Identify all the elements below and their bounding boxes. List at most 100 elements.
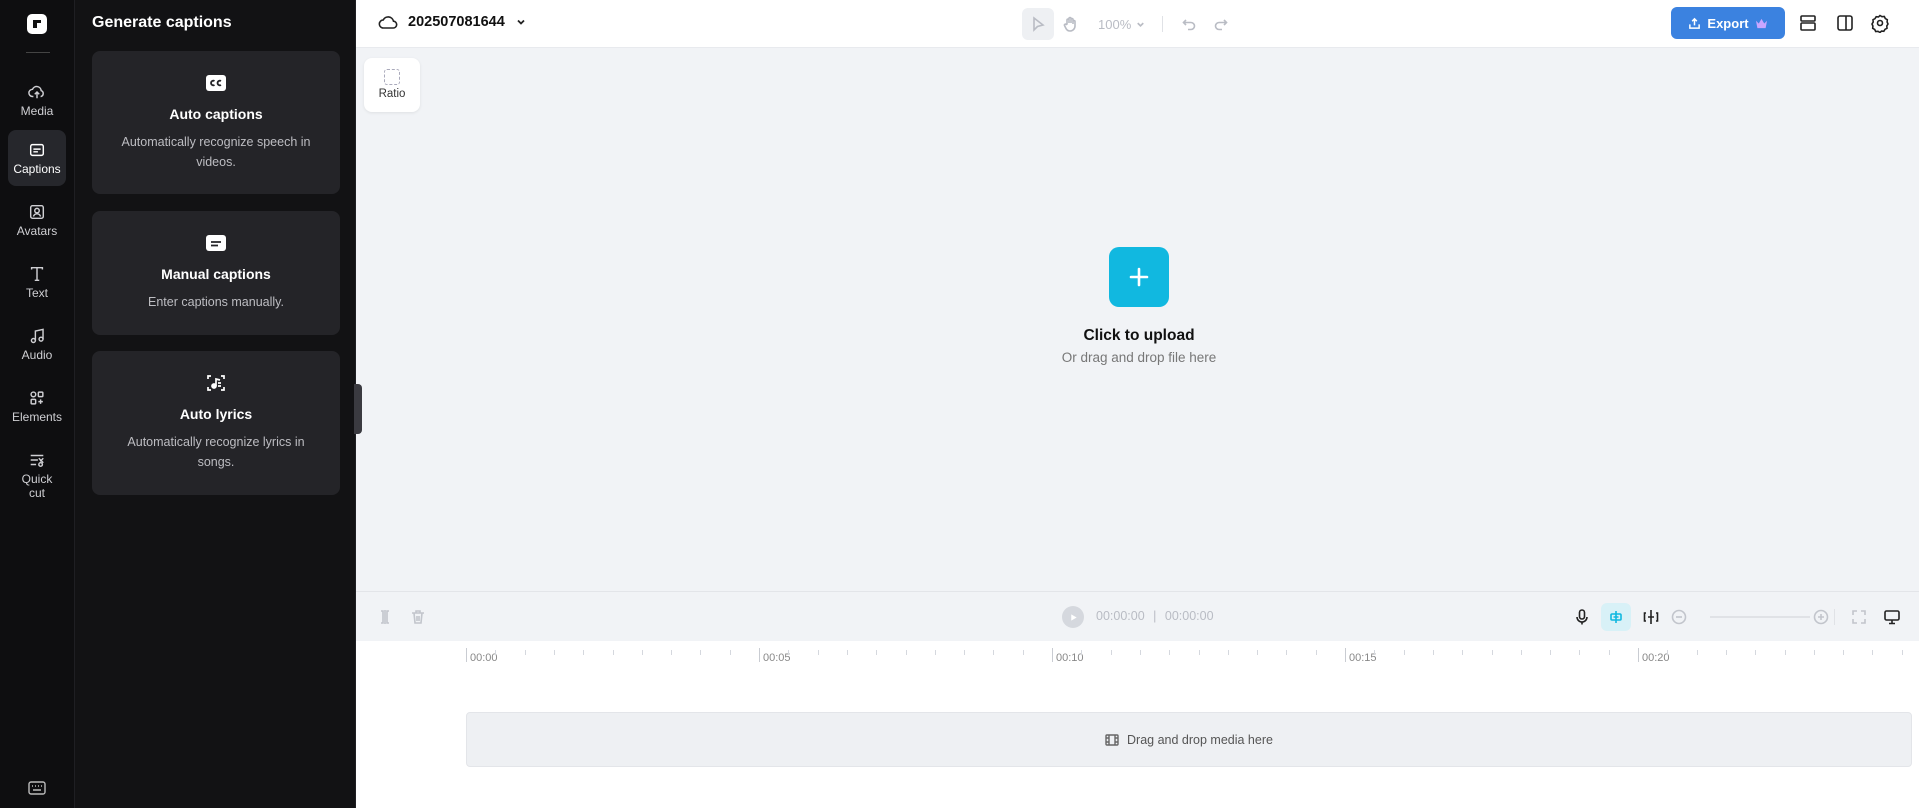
timecode-separator: | (1153, 609, 1157, 623)
delete-button[interactable] (409, 608, 427, 626)
ruler-tick-minor (1462, 650, 1464, 655)
rail-item-elements[interactable]: Elements (8, 378, 66, 434)
toolbar-divider (1834, 609, 1835, 625)
avatar-icon (29, 204, 45, 220)
ruler-tick-minor (1491, 650, 1493, 655)
split-panel-icon (1837, 15, 1853, 31)
ruler-label: 00:20 (1642, 652, 1670, 664)
ruler-tick-minor (934, 650, 936, 655)
captions-panel: Generate captions Auto captions Automati… (75, 0, 356, 808)
play-icon (1070, 613, 1077, 621)
trash-icon (412, 610, 424, 624)
pointer-icon (1033, 16, 1045, 32)
zoom-in-button[interactable] (1812, 608, 1830, 626)
ruler-label: 00:05 (763, 652, 791, 664)
cloud-upload-icon (28, 85, 44, 99)
ruler-tick-minor (1286, 650, 1288, 655)
app-logo-icon[interactable] (27, 14, 47, 34)
ruler-tick-minor (1755, 650, 1757, 655)
timeline-zoom-slider[interactable] (1710, 616, 1810, 618)
monitor-icon (1884, 610, 1900, 625)
ruler-tick-minor (1784, 650, 1786, 655)
card-description: Automatically recognize speech in videos… (121, 135, 311, 169)
magnet-snap-icon (1610, 611, 1622, 623)
undo-button[interactable] (1173, 8, 1205, 40)
upload-button[interactable] (1109, 247, 1169, 307)
preview-monitor-button[interactable] (1883, 608, 1901, 626)
cloud-icon (378, 16, 398, 29)
ruler-tick-minor (1608, 650, 1610, 655)
link-clips-button[interactable] (1642, 608, 1660, 626)
ruler-tick-minor (1315, 650, 1317, 655)
ruler-tick-minor (612, 650, 614, 655)
rail-item-quick-cut[interactable]: Quick cut (8, 440, 66, 512)
hand-icon (1063, 16, 1076, 32)
cc-icon (206, 75, 226, 91)
quick-cut-icon (30, 454, 44, 468)
ratio-button[interactable]: Ratio (364, 58, 420, 112)
timecode: 00:00:00 | 00:00:00 (1096, 609, 1214, 623)
ratio-label: Ratio (378, 88, 406, 100)
redo-icon (1214, 19, 1228, 31)
rail-item-media[interactable]: Media (8, 72, 66, 128)
auto-captions-card[interactable]: Auto captions Automatically recognize sp… (92, 51, 340, 194)
auto-lyrics-card[interactable]: Auto lyrics Automatically recognize lyri… (92, 351, 340, 495)
ruler-tick-minor (1696, 650, 1698, 655)
rail-item-audio[interactable]: Audio (8, 316, 66, 372)
ruler-tick-minor (1022, 650, 1024, 655)
record-voice-button[interactable] (1573, 608, 1591, 626)
card-description: Enter captions manually. (148, 295, 284, 309)
layers-button[interactable] (1798, 13, 1818, 33)
layout-toggle-button[interactable] (1835, 13, 1855, 33)
fit-timeline-button[interactable] (1850, 608, 1868, 626)
export-button[interactable]: Export (1671, 7, 1785, 39)
toolbar-divider (1162, 16, 1164, 32)
redo-button[interactable] (1205, 8, 1237, 40)
rail-divider (26, 52, 50, 53)
card-title: Auto lyrics (179, 406, 253, 422)
ruler-tick-minor (1110, 650, 1112, 655)
canvas-tools: 100% (1022, 8, 1237, 40)
project-selector[interactable]: 202507081644 (378, 13, 527, 31)
panel-collapse-handle[interactable] (354, 384, 362, 434)
hand-tool-button[interactable] (1054, 8, 1086, 40)
auto-snap-toggle[interactable] (1601, 603, 1631, 631)
ruler-tick-minor (1432, 650, 1434, 655)
zoom-out-button[interactable] (1670, 608, 1688, 626)
layers-icon (1800, 15, 1816, 31)
ruler-tick-minor (553, 650, 555, 655)
ruler-tick-minor (993, 650, 995, 655)
rail-item-captions[interactable]: Captions (8, 130, 66, 186)
ruler-tick-minor (1813, 650, 1815, 655)
ruler-tick-minor (729, 650, 731, 655)
select-tool-button[interactable] (1022, 8, 1054, 40)
keyboard-shortcuts-icon[interactable] (28, 781, 46, 795)
manual-captions-card[interactable]: Manual captions Enter captions manually. (92, 211, 340, 335)
ruler-tick-minor (524, 650, 526, 655)
rail-item-avatars[interactable]: Avatars (8, 192, 66, 248)
ruler-label: 00:10 (1056, 652, 1084, 664)
settings-button[interactable] (1870, 13, 1890, 34)
undo-icon (1182, 19, 1196, 31)
rail-item-text[interactable]: Text (8, 254, 66, 310)
ruler-tick-minor (876, 650, 878, 655)
drop-zone-text: Drag and drop media here (1127, 732, 1273, 747)
ruler-tick-minor (1227, 650, 1229, 655)
media-drop-zone[interactable]: Drag and drop media here (466, 712, 1912, 767)
zoom-dropdown[interactable]: 100% (1098, 17, 1146, 32)
microphone-icon (1576, 609, 1588, 625)
ruler-tick-minor (495, 650, 497, 655)
split-icon (381, 610, 389, 624)
play-button[interactable] (1062, 606, 1084, 628)
text-icon (30, 266, 44, 282)
rail-item-label: Elements (11, 410, 63, 424)
film-icon (1105, 733, 1119, 746)
captions-icon (29, 143, 45, 157)
ruler-tick-minor (583, 650, 585, 655)
chevron-down-icon (1137, 22, 1145, 27)
upload-title[interactable]: Click to upload (1000, 327, 1278, 345)
card-description: Automatically recognize lyrics in songs. (127, 435, 305, 469)
ruler-tick-minor (1550, 650, 1552, 655)
split-button[interactable] (376, 608, 394, 626)
crown-icon (1755, 18, 1767, 28)
